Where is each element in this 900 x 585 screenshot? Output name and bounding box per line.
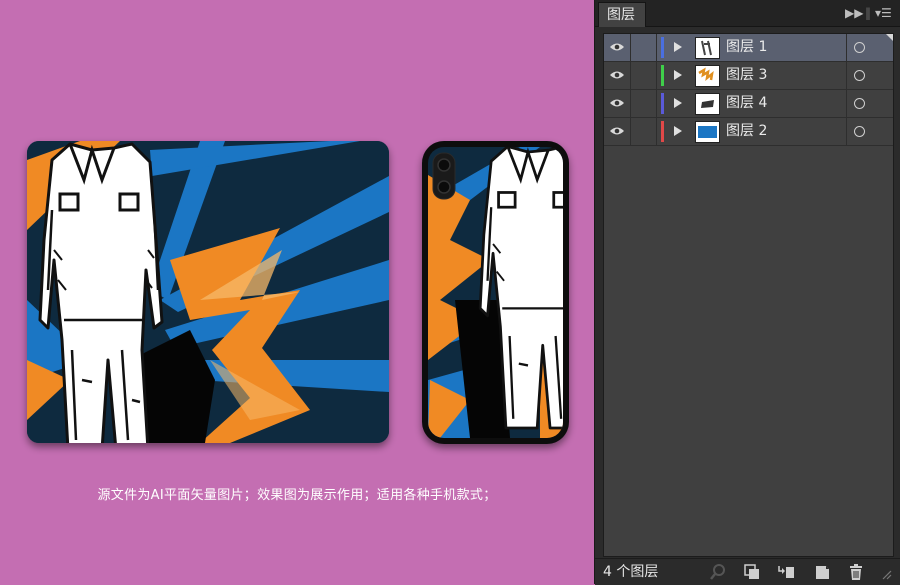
- expand-arrow-icon[interactable]: [674, 70, 682, 80]
- visibility-toggle[interactable]: [604, 34, 631, 61]
- layer-name[interactable]: 图层 3: [726, 66, 767, 85]
- layer-row-3[interactable]: 图层 4: [604, 90, 893, 118]
- layer-row-4[interactable]: 图层 2: [604, 118, 893, 146]
- layers-list: 图层 1 图层 3 图层 4 图层 2: [603, 33, 894, 557]
- layer-thumbnail: [695, 65, 720, 87]
- panel-menu-icon[interactable]: ▾☰: [875, 5, 892, 21]
- eye-icon: [610, 127, 624, 135]
- layer-color-bar: [661, 37, 664, 58]
- layer-target[interactable]: [846, 118, 894, 145]
- layer-thumbnail: [695, 121, 720, 143]
- create-sublayer-icon[interactable]: [777, 563, 795, 581]
- lock-toggle[interactable]: [631, 90, 657, 117]
- eye-icon: [610, 71, 624, 79]
- collapse-panel-icon[interactable]: ▶▶: [845, 5, 863, 21]
- lock-toggle[interactable]: [631, 118, 657, 145]
- phone-camera: [432, 152, 456, 200]
- target-circle-icon: [854, 98, 865, 109]
- target-circle-icon: [854, 42, 865, 53]
- layer-target[interactable]: [846, 62, 894, 89]
- layer-name[interactable]: 图层 2: [726, 122, 767, 141]
- canvas-area: 源文件为AI平面矢量图片；效果图为展示作用；适用各种手机款式；: [0, 0, 594, 584]
- caption-text: 源文件为AI平面矢量图片；效果图为展示作用；适用各种手机款式；: [97, 488, 497, 503]
- panel-resize-grip-icon[interactable]: [881, 563, 893, 581]
- expand-arrow-icon[interactable]: [674, 98, 682, 108]
- layer-name[interactable]: 图层 1: [726, 38, 767, 57]
- trash-icon[interactable]: [847, 563, 865, 581]
- layer-count: 4 个图层: [603, 564, 659, 580]
- layer-target[interactable]: [846, 90, 894, 117]
- make-clipping-mask-icon[interactable]: [743, 563, 761, 581]
- eye-icon: [610, 99, 624, 107]
- layer-thumbnail: [695, 37, 720, 59]
- search-icon[interactable]: [709, 563, 727, 581]
- selection-indicator-icon: [886, 34, 893, 41]
- expand-arrow-icon[interactable]: [674, 42, 682, 52]
- eye-icon: [610, 43, 624, 51]
- layer-color-bar: [661, 93, 664, 114]
- layer-color-bar: [661, 121, 664, 142]
- lock-toggle[interactable]: [631, 34, 657, 61]
- expand-arrow-icon[interactable]: [674, 126, 682, 136]
- layers-panel: 图层 ▶▶ ‖ ▾☰ 图层 1 图层 3 图层 4 图层 2 4 个图层: [594, 0, 900, 585]
- visibility-toggle[interactable]: [604, 118, 631, 145]
- layer-row-1[interactable]: 图层 1: [604, 34, 893, 62]
- layer-thumbnail: [695, 93, 720, 115]
- panel-divider-icon: ‖: [865, 6, 871, 20]
- visibility-toggle[interactable]: [604, 90, 631, 117]
- visibility-toggle[interactable]: [604, 62, 631, 89]
- target-circle-icon: [854, 126, 865, 137]
- layer-row-2[interactable]: 图层 3: [604, 62, 893, 90]
- lock-toggle[interactable]: [631, 62, 657, 89]
- layer-color-bar: [661, 65, 664, 86]
- target-circle-icon: [854, 70, 865, 81]
- panel-footer: 4 个图层: [595, 558, 900, 585]
- create-new-layer-icon[interactable]: [813, 563, 831, 581]
- tab-layers[interactable]: 图层: [598, 2, 646, 27]
- layer-name[interactable]: 图层 4: [726, 94, 767, 113]
- panel-header: 图层 ▶▶ ‖ ▾☰: [595, 0, 900, 27]
